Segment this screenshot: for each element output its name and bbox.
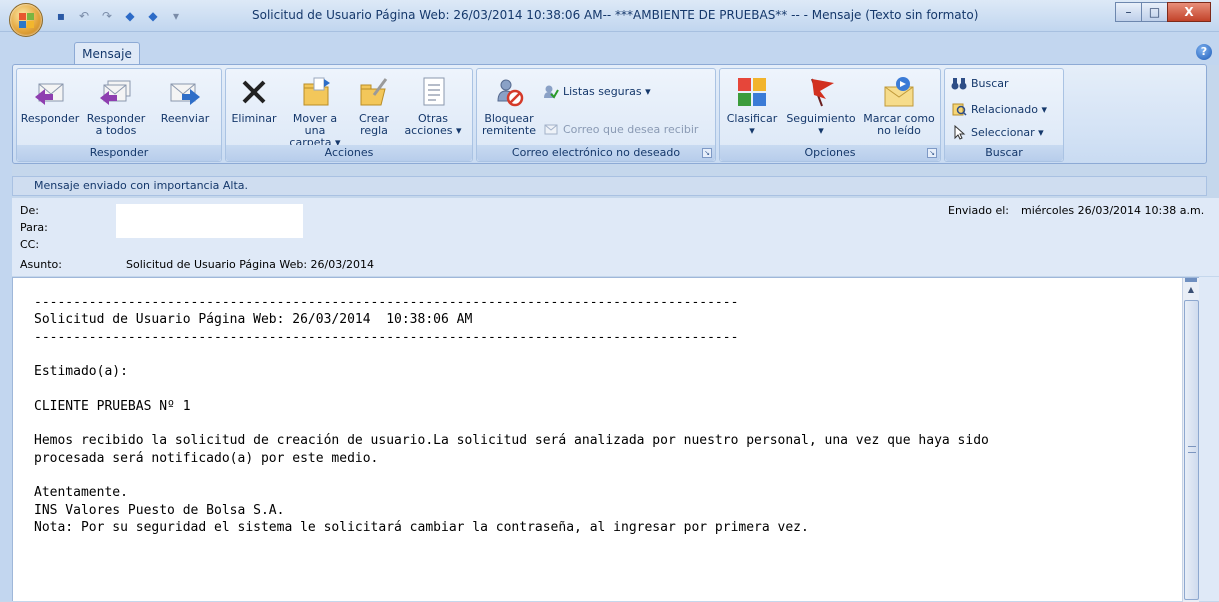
categorize-dropdown: ▾ xyxy=(749,124,755,137)
message-body-text: ----------------------------------------… xyxy=(34,295,989,535)
forward-label: Reenviar xyxy=(160,112,210,125)
related-icon xyxy=(951,101,967,117)
window-left-border xyxy=(0,36,12,601)
group-junk: Bloquear remitente Listas seguras ▾ Corr… xyxy=(476,68,716,162)
save-icon[interactable]: ▪ xyxy=(52,7,70,25)
group-label-responder: Responder xyxy=(17,145,221,161)
subject-label: Asunto: xyxy=(20,258,62,271)
block-sender-button[interactable]: Bloquear remitente xyxy=(479,75,539,137)
message-body[interactable]: ----------------------------------------… xyxy=(12,277,1219,602)
forward-icon xyxy=(168,75,202,109)
not-junk-button[interactable]: Correo que desea recibir xyxy=(543,121,698,137)
block-sender-label-2: remitente xyxy=(482,124,536,137)
forward-button[interactable]: Reenviar xyxy=(151,75,219,125)
subject-value: Solicitud de Usuario Página Web: 26/03/2… xyxy=(126,258,374,271)
window-controls: – □ X xyxy=(1115,2,1211,22)
window-right-border xyxy=(1199,277,1219,601)
window-title: Solicitud de Usuario Página Web: 26/03/2… xyxy=(252,8,979,22)
sent-label: Enviado el: xyxy=(948,204,1009,217)
find-label: Buscar xyxy=(971,76,1009,90)
group-opciones: Clasificar ▾ Seguimiento ▾ Marcar como n… xyxy=(719,68,941,162)
reply-all-button[interactable]: Responder a todos xyxy=(83,75,149,137)
group-acciones: Eliminar Mover a una carpeta ▾ Crear reg… xyxy=(225,68,473,162)
move-label: Mover a una xyxy=(292,112,338,137)
mark-unread-label-2: no leído xyxy=(877,124,921,137)
block-sender-icon xyxy=(492,75,526,109)
group-label-buscar: Buscar xyxy=(945,145,1063,161)
rule-label-2: regla xyxy=(360,124,388,137)
junk-dialog-launcher-icon[interactable]: ↘ xyxy=(702,148,712,158)
tab-mensaje[interactable]: Mensaje xyxy=(74,42,140,65)
sent-value: miércoles 26/03/2014 10:38 a.m. xyxy=(1021,204,1205,217)
move-to-folder-button[interactable]: Mover a una carpeta ▾ xyxy=(282,75,348,149)
binoculars-icon xyxy=(951,75,967,91)
select-button[interactable]: Seleccionar ▾ xyxy=(951,124,1044,140)
move-folder-icon xyxy=(298,75,332,109)
redacted-recipients xyxy=(116,204,303,238)
office-button[interactable] xyxy=(9,3,43,37)
reply-label: Responder xyxy=(20,112,80,125)
other-actions-button[interactable]: Otras acciones ▾ xyxy=(400,75,466,137)
follow-up-flag-icon xyxy=(804,75,838,109)
not-junk-icon xyxy=(543,121,559,137)
options-dialog-launcher-icon[interactable]: ↘ xyxy=(927,148,937,158)
follow-up-dropdown: ▾ xyxy=(818,124,824,137)
safe-lists-icon xyxy=(543,83,559,99)
scroll-thumb[interactable] xyxy=(1184,300,1199,600)
mark-unread-icon xyxy=(882,75,916,109)
redo-icon[interactable]: ↷ xyxy=(98,7,116,25)
title-bar: ▪ ↶ ↷ ◆ ◆ ▾ Solicitud de Usuario Página … xyxy=(0,0,1219,32)
categorize-icon xyxy=(735,75,769,109)
message-header: De: Para: CC: Asunto: Solicitud de Usuar… xyxy=(12,198,1219,276)
group-responder: Responder Responder a todos Reenviar Res… xyxy=(16,68,222,162)
related-button[interactable]: Relacionado ▾ xyxy=(951,101,1047,117)
reply-all-icon xyxy=(99,75,133,109)
not-junk-label: Correo que desea recibir xyxy=(563,122,699,136)
safe-lists-button[interactable]: Listas seguras ▾ xyxy=(543,83,651,99)
maximize-button[interactable]: □ xyxy=(1141,2,1168,22)
to-label: Para: xyxy=(20,221,48,234)
follow-up-button[interactable]: Seguimiento ▾ xyxy=(784,75,858,137)
vertical-scrollbar[interactable]: ▲ xyxy=(1182,278,1199,602)
help-icon[interactable]: ? xyxy=(1196,44,1212,60)
delete-icon xyxy=(237,75,271,109)
mark-unread-button[interactable]: Marcar como no leído xyxy=(860,75,938,137)
delete-button[interactable]: Eliminar xyxy=(228,75,280,125)
undo-icon[interactable]: ↶ xyxy=(75,7,93,25)
reply-all-label-2: a todos xyxy=(95,124,137,137)
ribbon-tab-row: Mensaje ? xyxy=(0,32,1219,65)
cursor-icon xyxy=(951,124,967,140)
delete-label: Eliminar xyxy=(231,112,277,125)
reply-button[interactable]: Responder xyxy=(19,75,81,125)
find-button[interactable]: Buscar xyxy=(951,75,1009,91)
group-label-junk: Correo electrónico no deseado xyxy=(477,145,715,161)
close-button[interactable]: X xyxy=(1167,2,1211,22)
minimize-button[interactable]: – xyxy=(1115,2,1142,22)
next-icon[interactable]: ◆ xyxy=(144,7,162,25)
create-rule-icon xyxy=(357,75,391,109)
other-actions-label-2: acciones ▾ xyxy=(404,124,462,137)
select-label: Seleccionar ▾ xyxy=(971,125,1044,139)
categorize-button[interactable]: Clasificar ▾ xyxy=(722,75,782,137)
ribbon: Responder Responder a todos Reenviar Res… xyxy=(12,64,1207,164)
previous-icon[interactable]: ◆ xyxy=(121,7,139,25)
related-label: Relacionado ▾ xyxy=(971,102,1047,116)
group-label-opciones: Opciones xyxy=(720,145,940,161)
group-label-acciones: Acciones xyxy=(226,145,472,161)
create-rule-button[interactable]: Crear regla xyxy=(350,75,398,137)
importance-info-bar: Mensaje enviado con importancia Alta. xyxy=(12,176,1207,196)
group-buscar: Buscar Relacionado ▾ Seleccionar ▾ Busca… xyxy=(944,68,1064,162)
cc-label: CC: xyxy=(20,238,40,251)
customize-icon[interactable]: ▾ xyxy=(167,7,185,25)
other-actions-icon xyxy=(416,75,450,109)
from-label: De: xyxy=(20,204,39,217)
quick-access-toolbar: ▪ ↶ ↷ ◆ ◆ ▾ xyxy=(52,6,185,26)
reply-icon xyxy=(33,75,67,109)
scroll-grip-icon xyxy=(1188,446,1196,453)
office-logo-icon xyxy=(19,13,34,28)
safe-lists-label: Listas seguras ▾ xyxy=(563,84,651,98)
scroll-up-icon[interactable]: ▲ xyxy=(1183,282,1199,298)
